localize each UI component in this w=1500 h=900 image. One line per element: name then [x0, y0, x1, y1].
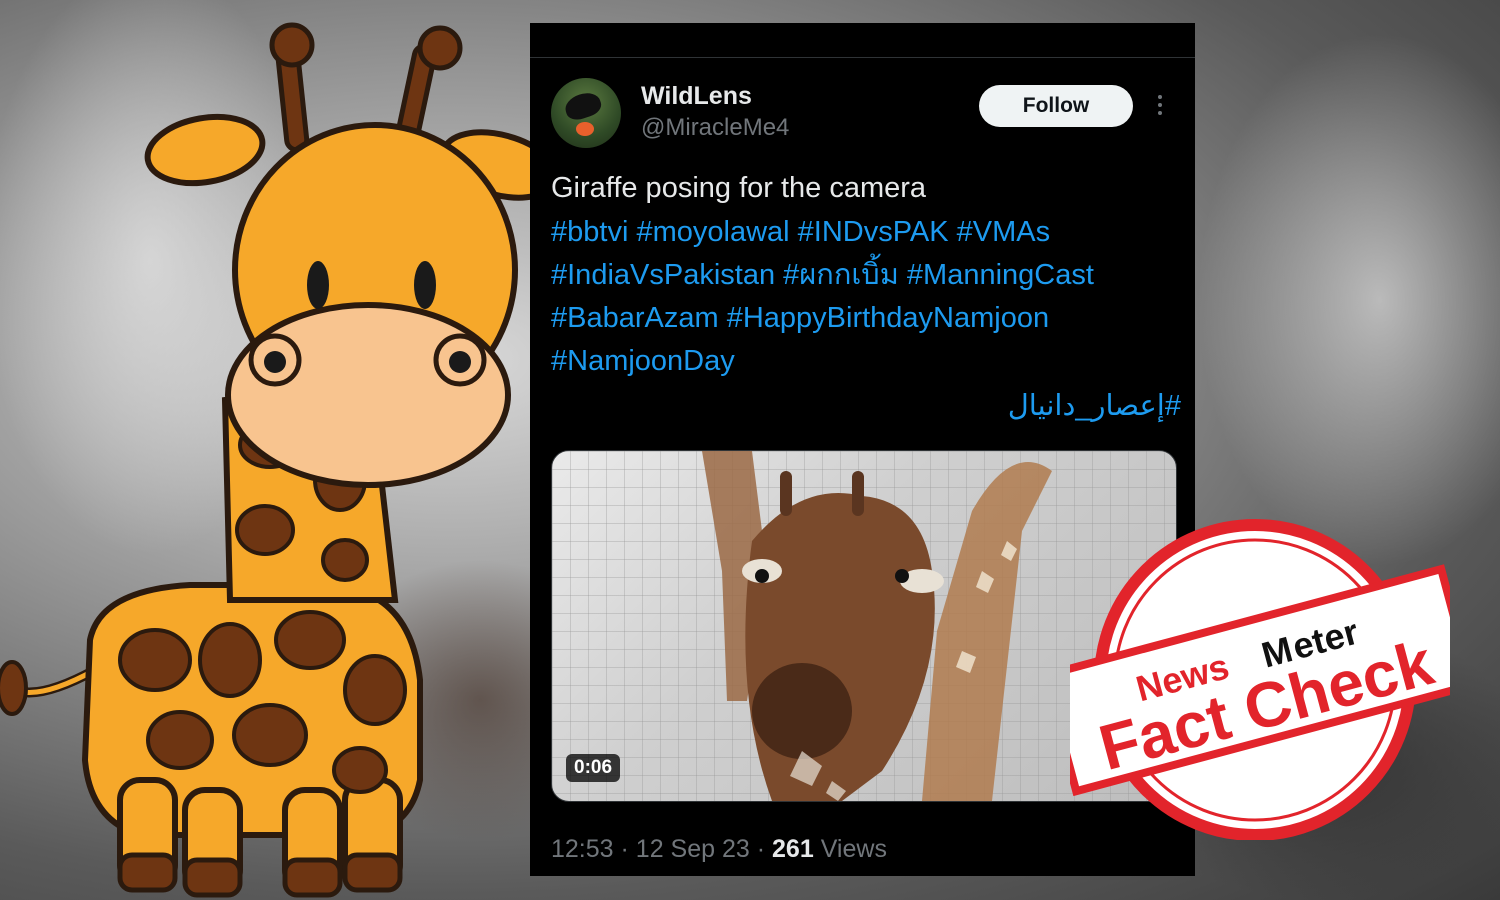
hashtag-link[interactable]: #VMAs [957, 216, 1050, 248]
more-options-icon[interactable] [1154, 95, 1166, 119]
hashtag-link[interactable]: #BabarAzam [551, 302, 719, 334]
hashtag-link[interactable]: #ManningCast [907, 259, 1094, 291]
hashtag-link[interactable]: #moyolawal [636, 216, 789, 248]
divider [530, 57, 1195, 58]
user-handle[interactable]: @MiracleMe4 [641, 114, 789, 142]
fact-check-stamp: News M eter Fact Check [1070, 519, 1450, 840]
video-duration: 0:06 [566, 754, 621, 782]
tweet-date[interactable]: 12 Sep 23 [636, 835, 750, 863]
separator-dot: · [756, 835, 766, 863]
display-name[interactable]: WildLens [641, 82, 752, 111]
views-count: 261 [772, 835, 814, 863]
tweet-meta: 12:53 · 12 Sep 23 · 261 Views [551, 835, 887, 864]
follow-button[interactable]: Follow [979, 85, 1133, 127]
separator-dot: · [620, 835, 629, 863]
hashtag-link[interactable]: #NamjoonDay [551, 345, 735, 377]
hashtag-link[interactable]: #HappyBirthdayNamjoon [727, 302, 1049, 334]
hashtag-link[interactable]: #ผกกเบิ้ม [783, 259, 899, 291]
hashtags: #bbtvi #moyolawal #INDvsPAK #VMAs #India… [551, 211, 1181, 428]
butterfly-icon [562, 89, 604, 123]
hashtag-link[interactable]: #bbtvi [551, 216, 628, 248]
giraffe-illustration [0, 22, 560, 898]
flower-icon [576, 122, 594, 136]
tweet-time[interactable]: 12:53 [551, 835, 614, 863]
hashtag-link[interactable]: #IndiaVsPakistan [551, 259, 775, 291]
hashtag-link[interactable]: #INDvsPAK [798, 216, 949, 248]
tweet-text: Giraffe posing for the camera [551, 172, 927, 204]
hashtag-link[interactable]: #إعصار_دانيال [551, 385, 1181, 428]
avatar[interactable] [551, 78, 621, 148]
views-label: Views [820, 835, 887, 863]
